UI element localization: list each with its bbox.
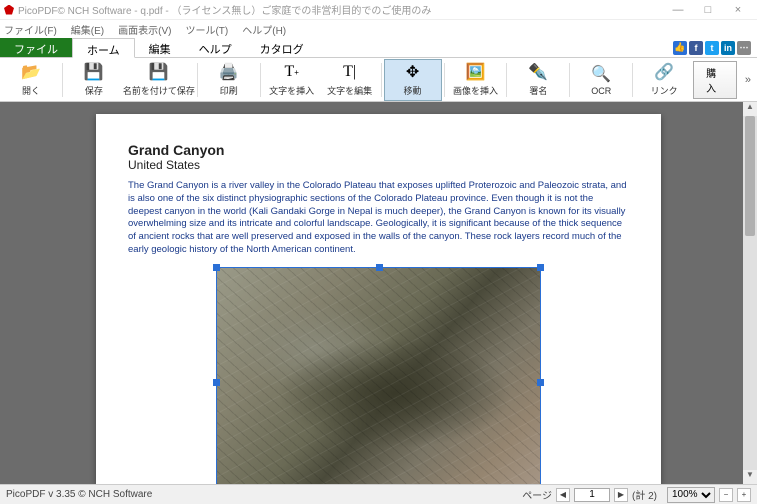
insert-image-button[interactable]: 🖼️画像を挿入	[446, 59, 504, 101]
doc-title: Grand Canyon	[128, 142, 629, 158]
page-number-input[interactable]	[574, 488, 610, 502]
resize-handle-ml[interactable]	[213, 379, 220, 386]
window-title: PicoPDF© NCH Software - q.pdf - （ライセンス無し…	[18, 2, 431, 17]
page-total: (計 2)	[632, 487, 657, 502]
page-next-button[interactable]: ▶	[614, 488, 628, 502]
share-icon[interactable]: ⋯	[737, 41, 751, 55]
vertical-scrollbar[interactable]: ▲ ▼	[743, 102, 757, 484]
doc-body-text: The Grand Canyon is a river valley in th…	[128, 180, 629, 257]
menu-file[interactable]: ファイル(F)	[4, 22, 57, 37]
sign-button[interactable]: ✒️署名	[509, 59, 567, 101]
edit-text-button[interactable]: T|文字を編集	[321, 59, 379, 101]
page-label: ページ	[522, 487, 552, 502]
tab-catalog[interactable]: カタログ	[246, 38, 318, 57]
twitter-icon[interactable]: t	[705, 41, 719, 55]
move-icon: ✥	[406, 62, 419, 82]
facebook-icon[interactable]: f	[689, 41, 703, 55]
menu-edit[interactable]: 編集(E)	[71, 22, 104, 37]
open-button[interactable]: 📂開く	[2, 59, 60, 101]
image-icon: 🖼️	[465, 62, 485, 82]
scroll-thumb[interactable]	[745, 116, 755, 236]
menu-bar: ファイル(F) 編集(E) 画面表示(V) ツール(T) ヘルプ(H)	[0, 20, 757, 38]
menu-view[interactable]: 画面表示(V)	[118, 22, 171, 37]
menu-tool[interactable]: ツール(T)	[185, 22, 228, 37]
toolbar-more-button[interactable]: »	[741, 74, 755, 86]
tab-home[interactable]: ホーム	[72, 38, 135, 58]
zoom-out-button[interactable]: −	[719, 488, 733, 502]
selected-image[interactable]	[216, 267, 541, 484]
save-button[interactable]: 💾保存	[65, 59, 123, 101]
resize-handle-tl[interactable]	[213, 264, 220, 271]
resize-handle-tm[interactable]	[376, 264, 383, 271]
page-prev-button[interactable]: ◀	[556, 488, 570, 502]
doc-subtitle: United States	[128, 158, 629, 172]
zoom-select[interactable]: 100%	[667, 487, 715, 503]
link-icon: 🔗	[654, 62, 674, 82]
version-label: PicoPDF v 3.35 © NCH Software	[6, 489, 152, 500]
save-as-icon: 💾	[149, 62, 169, 82]
tab-file[interactable]: ファイル	[0, 38, 72, 57]
link-button[interactable]: 🔗リンク	[635, 59, 693, 101]
buy-button[interactable]: 購入	[693, 61, 737, 99]
save-icon: 💾	[84, 62, 104, 82]
move-button[interactable]: ✥移動	[384, 59, 442, 101]
minimize-button[interactable]: —	[663, 4, 693, 16]
scroll-down-button[interactable]: ▼	[743, 470, 757, 484]
save-as-button[interactable]: 💾名前を付けて保存	[123, 59, 195, 101]
insert-text-button[interactable]: T+文字を挿入	[263, 59, 321, 101]
linkedin-icon[interactable]: in	[721, 41, 735, 55]
resize-handle-mr[interactable]	[537, 379, 544, 386]
thumbs-up-icon[interactable]: 👍	[673, 41, 687, 55]
ocr-button[interactable]: 🔍OCR	[572, 59, 630, 101]
menu-help[interactable]: ヘルプ(H)	[242, 22, 286, 37]
ocr-icon: 🔍	[591, 64, 611, 84]
social-icons: 👍 f t in ⋯	[673, 38, 757, 57]
tab-edit[interactable]: 編集	[135, 38, 185, 57]
zoom-in-button[interactable]: +	[737, 488, 751, 502]
title-bar: PicoPDF© NCH Software - q.pdf - （ライセンス無し…	[0, 0, 757, 20]
text-insert-icon: T+	[284, 62, 298, 82]
text-edit-icon: T|	[343, 62, 356, 82]
workspace: Grand Canyon United States The Grand Can…	[0, 102, 757, 484]
toolbar: 📂開く 💾保存 💾名前を付けて保存 🖨️印刷 T+文字を挿入 T|文字を編集 ✥…	[0, 58, 757, 102]
ribbon-tabs: ファイル ホーム 編集 ヘルプ カタログ 👍 f t in ⋯	[0, 38, 757, 58]
signature-icon: ✒️	[528, 62, 548, 82]
maximize-button[interactable]: □	[693, 4, 723, 16]
app-logo-icon	[4, 5, 14, 15]
scroll-up-button[interactable]: ▲	[743, 102, 757, 116]
printer-icon: 🖨️	[219, 62, 239, 82]
resize-handle-tr[interactable]	[537, 264, 544, 271]
canyon-satellite-image	[217, 268, 540, 484]
folder-open-icon: 📂	[21, 62, 41, 82]
print-button[interactable]: 🖨️印刷	[200, 59, 258, 101]
status-bar: PicoPDF v 3.35 © NCH Software ページ ◀ ▶ (計…	[0, 484, 757, 504]
close-button[interactable]: ×	[723, 4, 753, 16]
pdf-page[interactable]: Grand Canyon United States The Grand Can…	[96, 114, 661, 484]
tab-help[interactable]: ヘルプ	[185, 38, 246, 57]
